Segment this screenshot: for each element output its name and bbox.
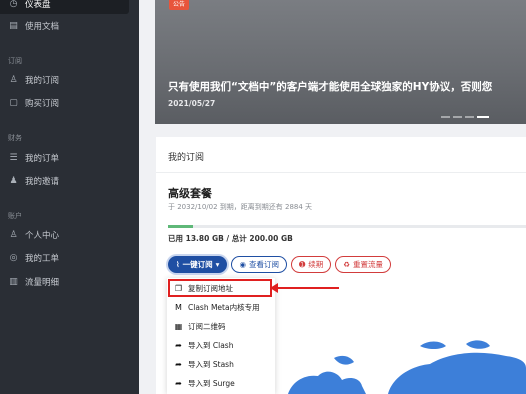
sidebar-item-invites[interactable]: ♟ 我的邀请	[8, 174, 59, 188]
profile-icon: ♙	[9, 230, 18, 240]
ticket-icon: ◎	[9, 253, 18, 263]
traffic-icon: ▥	[9, 277, 18, 287]
sidebar-item-tickets[interactable]: ◎ 我的工单	[8, 251, 59, 265]
subscribe-dropdown-menu: ❐ 复制订阅地址 M Clash Meta内核专用 ▦ 订阅二维码 ➦ 导入到 …	[167, 278, 275, 394]
menu-item-import-clash[interactable]: ➦ 导入到 Clash	[167, 336, 275, 355]
sidebar-item-label: 购买订阅	[25, 99, 60, 109]
one-click-subscribe-button[interactable]: ⌇ 一键订阅 ▾	[168, 256, 228, 273]
sidebar-item-buy-subscription[interactable]: ▢ 购买订阅	[8, 96, 59, 110]
eye-icon: ◉	[239, 260, 246, 269]
reset-traffic-button[interactable]: ♻ 重置流量	[335, 256, 392, 273]
card-header: 我的订阅	[156, 137, 526, 173]
carousel-dot-active[interactable]	[477, 116, 489, 118]
announcement-banner[interactable]: 公告 只有使用我们“文档中”的客户端才能使用全球独家的HY协议，否则您 2021…	[155, 0, 526, 124]
annotation-arrow-head	[270, 283, 278, 293]
carousel-dot[interactable]	[453, 116, 462, 118]
subscription-icon: ♙	[9, 75, 18, 85]
carousel-dot[interactable]	[465, 116, 474, 118]
renew-button[interactable]: ➊ 续期	[290, 256, 332, 273]
menu-item-copy-url[interactable]: ❐ 复制订阅地址	[167, 279, 275, 298]
map-landmass	[334, 355, 354, 365]
sidebar-item-orders[interactable]: ☰ 我的订单	[8, 151, 59, 165]
menu-item-clash-meta[interactable]: M Clash Meta内核专用	[167, 298, 275, 317]
clash-meta-icon: M	[175, 303, 182, 312]
button-label: 重置流量	[353, 260, 384, 269]
announcement-badge: 公告	[169, 0, 190, 10]
menu-item-label: 导入到 Stash	[188, 360, 234, 369]
annotation-arrow-line	[276, 287, 339, 289]
view-subscription-button[interactable]: ◉ 查看订阅	[231, 256, 287, 273]
map-landmass	[288, 371, 366, 394]
map-landmass	[388, 352, 526, 394]
plan-name: 高级套餐	[168, 187, 212, 200]
menu-item-label: 复制订阅地址	[188, 284, 233, 293]
purchase-icon: ▢	[9, 98, 18, 108]
chevron-down-icon: ▾	[215, 260, 220, 269]
section-label-finance: 财务	[8, 134, 22, 142]
menu-item-import-stash[interactable]: ➦ 导入到 Stash	[167, 355, 275, 374]
button-label: 续期	[308, 260, 324, 269]
announcement-title: 只有使用我们“文档中”的客户端才能使用全球独家的HY协议，否则您	[168, 81, 493, 93]
import-icon: ➦	[175, 341, 182, 350]
sidebar: ◷ 仪表盘 ▤ 使用文档 订阅 ♙ 我的订阅 ▢ 购买订阅 财务 ☰ 我的订单 …	[0, 0, 139, 394]
rss-icon: ⌇	[176, 260, 180, 269]
menu-item-qrcode[interactable]: ▦ 订阅二维码	[167, 317, 275, 336]
menu-item-label: Clash Meta内核专用	[188, 303, 260, 312]
world-map	[288, 340, 526, 394]
section-label-subscription: 订阅	[8, 57, 22, 65]
plan-expiry: 于 2032/10/02 到期，距离到期还有 2884 天	[168, 203, 313, 211]
sidebar-item-label: 仪表盘	[25, 0, 51, 10]
qrcode-icon: ▦	[174, 322, 183, 331]
sidebar-item-label: 个人中心	[25, 231, 60, 241]
traffic-progress-fill	[168, 225, 193, 228]
map-landmass	[466, 340, 490, 349]
section-label-account: 账户	[8, 212, 22, 220]
sidebar-item-label: 我的工单	[25, 254, 60, 264]
recycle-icon: ♻	[343, 260, 351, 269]
menu-item-import-surge[interactable]: ➦ 导入到 Surge	[167, 374, 275, 393]
sidebar-item-traffic[interactable]: ▥ 流量明细	[8, 275, 59, 289]
import-icon: ➦	[175, 379, 182, 388]
document-icon: ▤	[9, 21, 18, 31]
sidebar-item-label: 我的邀请	[25, 177, 60, 187]
action-buttons: ⌇ 一键订阅 ▾ ◉ 查看订阅 ➊ 续期 ♻ 重置流量	[168, 256, 392, 273]
sidebar-item-label: 我的订单	[25, 154, 60, 164]
menu-item-label: 订阅二维码	[188, 322, 226, 331]
sidebar-item-label: 我的订阅	[25, 76, 60, 86]
carousel-dot[interactable]	[441, 116, 450, 118]
card-title: 我的订阅	[168, 153, 205, 163]
button-label: 一键订阅	[182, 260, 213, 269]
orders-icon: ☰	[9, 153, 18, 163]
traffic-progress-bar	[168, 225, 526, 228]
sidebar-item-dashboard[interactable]: ◷ 仪表盘	[8, 0, 51, 11]
sidebar-item-label: 流量明细	[25, 278, 60, 288]
copy-icon: ❐	[174, 284, 183, 293]
sidebar-item-label: 使用文档	[25, 22, 60, 32]
button-label: 查看订阅	[248, 260, 279, 269]
menu-item-label: 导入到 Clash	[188, 341, 234, 350]
sidebar-item-docs[interactable]: ▤ 使用文档	[8, 19, 59, 33]
announcement-date: 2021/05/27	[168, 99, 216, 108]
dashboard-icon: ◷	[9, 0, 18, 9]
map-landmass	[420, 341, 446, 349]
menu-item-label: 导入到 Surge	[188, 379, 235, 388]
import-icon: ➦	[175, 360, 182, 369]
invite-icon: ♟	[9, 176, 18, 186]
alert-icon: ➊	[298, 260, 306, 269]
sidebar-item-profile[interactable]: ♙ 个人中心	[8, 228, 59, 242]
traffic-usage: 已用 13.80 GB / 总计 200.00 GB	[168, 234, 293, 243]
carousel-indicators	[441, 116, 489, 118]
sidebar-item-my-subscription[interactable]: ♙ 我的订阅	[8, 73, 59, 87]
